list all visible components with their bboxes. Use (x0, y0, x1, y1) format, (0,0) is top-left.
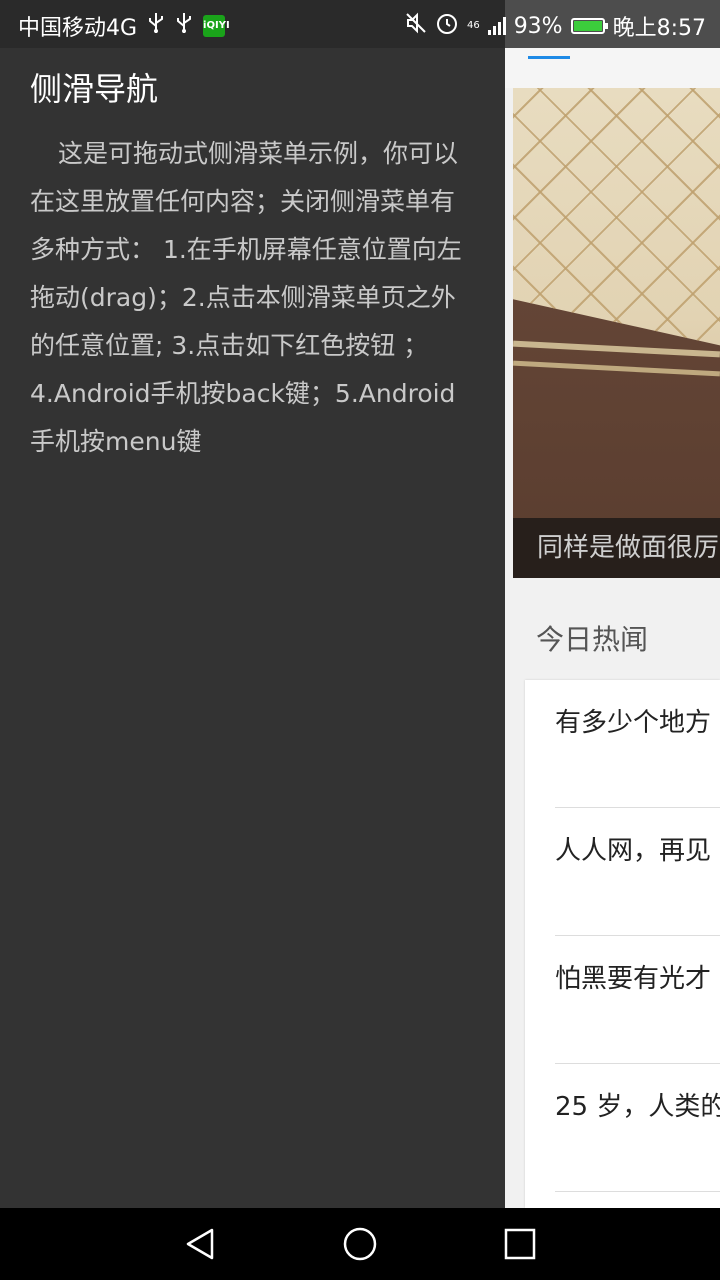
mute-icon (405, 12, 427, 40)
status-bar: 中国移动4G iQIYI 46 93% 晚上8:57 (0, 0, 720, 48)
recents-icon[interactable] (502, 1226, 538, 1262)
hero-caption: 同样是做面很厉 (513, 518, 720, 578)
back-icon[interactable] (182, 1226, 218, 1262)
battery-icon (570, 18, 608, 34)
clock-time: 晚上8:57 (612, 16, 706, 41)
news-title: 怕黑要有光才 (555, 964, 712, 994)
news-list: 有多少个地方 人人网，再见 怕黑要有光才 25 岁，人类的 (525, 680, 720, 1208)
news-item[interactable]: 人人网，再见 (555, 808, 720, 936)
news-title: 25 岁，人类的 (555, 1092, 720, 1122)
hero-banner[interactable]: 同样是做面很厉 (513, 88, 720, 578)
alarm-icon (435, 11, 459, 41)
usb-icon (175, 12, 193, 40)
carrier-label: 中国移动4G (18, 16, 138, 41)
news-item[interactable]: 怕黑要有光才 (555, 936, 720, 1064)
usb-icon (147, 12, 165, 40)
network-type: 46 (466, 20, 480, 31)
hero-image-layer (513, 360, 720, 377)
news-item[interactable]: 有多少个地方 (555, 680, 720, 808)
news-title: 有多少个地方 (555, 708, 712, 738)
iqiyi-icon: iQIYI (203, 15, 230, 37)
navigation-bar (0, 1208, 720, 1280)
news-title: 人人网，再见 (555, 836, 712, 866)
signal-icon (487, 17, 506, 35)
tab-indicator (528, 56, 570, 59)
battery-percent: 93% (513, 13, 563, 39)
section-title: 今日热闻 (536, 623, 649, 656)
drawer-description: 这是可拖动式侧滑菜单示例，你可以在这里放置任何内容；关闭侧滑菜单有多种方式： 1… (30, 139, 462, 456)
drawer-title: 侧滑导航 (30, 70, 159, 108)
main-page[interactable]: 同样是做面很厉 今日热闻 有多少个地方 人人网，再见 怕黑要有光才 25 岁，人… (505, 0, 720, 1208)
hero-image-layer (513, 340, 720, 358)
home-icon[interactable] (342, 1226, 378, 1262)
news-item[interactable]: 25 岁，人类的 (555, 1064, 720, 1192)
side-drawer[interactable]: 侧滑导航 这是可拖动式侧滑菜单示例，你可以在这里放置任何内容；关闭侧滑菜单有多种… (0, 0, 505, 1208)
